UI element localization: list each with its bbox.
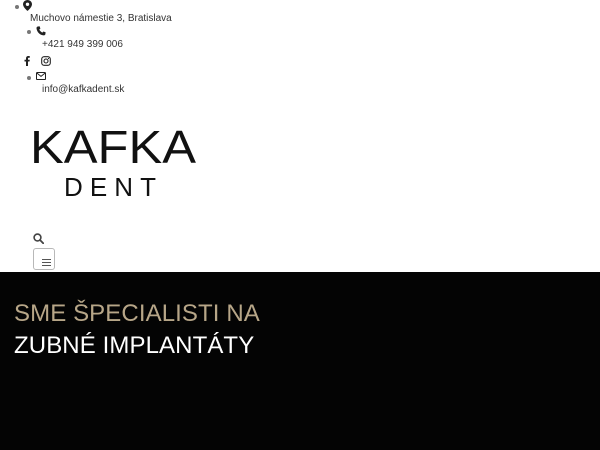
logo-line2: DENT	[64, 172, 156, 202]
phone-text[interactable]: +421 949 399 006	[42, 39, 123, 51]
envelope-icon	[36, 72, 46, 80]
hamburger-menu-icon[interactable]	[42, 257, 51, 266]
logo-line1: KAFKA	[30, 121, 196, 173]
address-icon-wrap	[23, 0, 32, 11]
list-bullet	[15, 5, 19, 9]
instagram-link[interactable]	[41, 56, 51, 66]
kafka-dent-logo: KAFKA DENT	[30, 121, 196, 202]
list-bullet	[27, 76, 31, 80]
hero-headline-line1: SME ŠPECIALISTI NA	[14, 300, 260, 327]
search-button[interactable]	[33, 231, 45, 245]
phone-icon	[36, 26, 46, 36]
facebook-link[interactable]	[24, 56, 30, 66]
instagram-icon[interactable]	[41, 56, 51, 66]
search-icon[interactable]	[33, 233, 45, 245]
phone-icon-wrap	[36, 26, 46, 36]
email-text[interactable]: info@kafkadent.sk	[42, 84, 124, 96]
facebook-icon[interactable]	[24, 56, 30, 66]
hero-headline-line2: ZUBNÉ IMPLANTÁTY	[14, 332, 255, 359]
email-icon-wrap	[36, 72, 46, 80]
address-text[interactable]: Muchovo námestie 3, Bratislava	[30, 13, 172, 25]
menu-toggle-button[interactable]	[33, 248, 55, 270]
hero-banner: SME ŠPECIALISTI NA ZUBNÉ IMPLANTÁTY	[0, 272, 600, 450]
site-logo[interactable]: KAFKA DENT	[24, 108, 208, 220]
map-pin-icon	[23, 0, 32, 11]
list-bullet	[27, 30, 31, 34]
